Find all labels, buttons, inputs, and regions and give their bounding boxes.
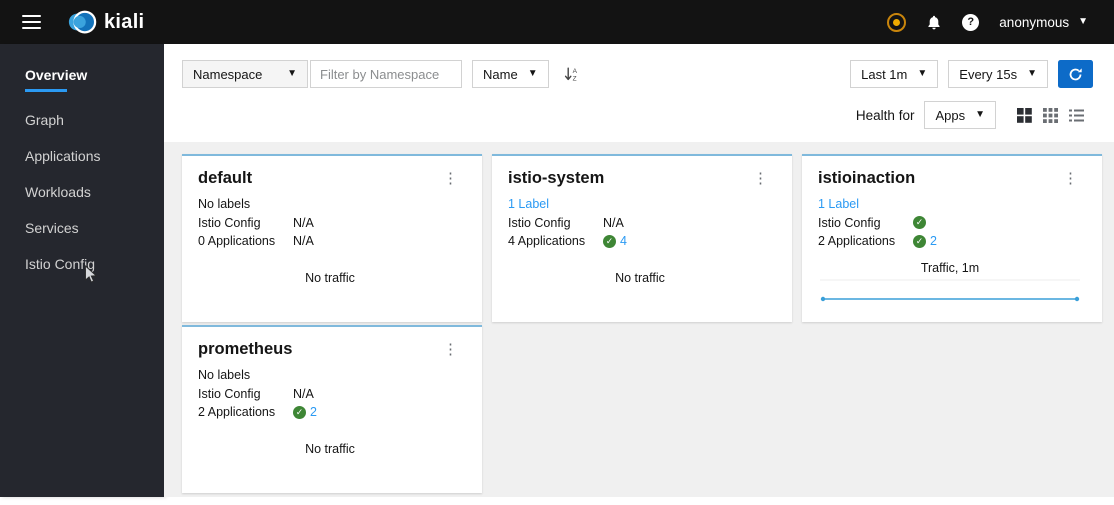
caret-down-icon: ▼ — [975, 109, 985, 120]
card-row-istio-config: Istio Config ✓ — [818, 216, 1082, 230]
grid-icon — [1043, 107, 1058, 123]
brand-name: kiali — [104, 10, 145, 33]
user-menu-label: anonymous — [999, 14, 1070, 30]
sidebar-item-workloads[interactable]: Workloads — [0, 174, 164, 210]
kebab-menu-icon[interactable]: ⋮ — [1059, 169, 1082, 188]
sidebar-item-services[interactable]: Services — [0, 210, 164, 246]
healthy-check-icon: ✓ — [913, 234, 926, 248]
card-title: istioinaction — [818, 169, 916, 187]
health-status[interactable]: ✓ 4 — [603, 234, 627, 248]
kiali-logo-icon — [68, 10, 97, 34]
namespace-cards-grid: default ⋮ No labels Istio Config N/A 0 A… — [164, 142, 1114, 493]
caret-down-icon: ▼ — [1027, 68, 1037, 79]
caret-down-icon: ▼ — [287, 68, 297, 79]
card-row-istio-config: Istio Config N/A — [198, 215, 314, 230]
istio-status-icon[interactable] — [887, 12, 907, 32]
no-traffic-text: No traffic — [305, 271, 355, 285]
card-row-applications: 0 Applications N/A — [198, 234, 314, 248]
card-row-istio-config: Istio Config N/A — [508, 215, 624, 230]
card-title: prometheus — [198, 340, 293, 358]
list-icon — [1069, 109, 1084, 121]
traffic-sparkline — [820, 279, 1080, 302]
chevron-down-icon: ▼ — [1078, 16, 1088, 27]
health-type-select[interactable]: Apps ▼ — [924, 101, 996, 129]
health-status[interactable]: ✓ — [913, 216, 926, 229]
hamburger-icon — [22, 14, 41, 18]
card-labels-link[interactable]: 1 Label — [818, 197, 1082, 211]
user-menu[interactable]: anonymous ▼ — [999, 15, 1088, 30]
namespace-card-prometheus: prometheus ⋮ No labels Istio Config N/A … — [182, 325, 482, 493]
sidebar-item-applications[interactable]: Applications — [0, 138, 164, 174]
sidebar-item-overview[interactable]: Overview — [0, 57, 164, 102]
namespace-filter-input[interactable] — [310, 60, 462, 88]
kebab-menu-icon[interactable]: ⋮ — [439, 169, 462, 188]
view-compact-button[interactable] — [1016, 107, 1033, 124]
card-title: istio-system — [508, 169, 605, 187]
sidebar: Overview Graph Applications Workloads Se… — [0, 44, 164, 497]
active-underline — [25, 89, 67, 92]
card-labels-link[interactable]: 1 Label — [508, 197, 772, 211]
duration-select[interactable]: Last 1m ▼ — [850, 60, 939, 88]
sidebar-item-istio-config[interactable]: Istio Config — [0, 246, 164, 282]
svg-text:Z: Z — [572, 76, 576, 82]
refresh-interval-select[interactable]: Every 15s ▼ — [948, 60, 1048, 88]
card-title: default — [198, 169, 253, 187]
card-labels: No labels — [198, 368, 251, 382]
sort-alpha-icon: A Z — [564, 67, 577, 82]
kebab-menu-icon[interactable]: ⋮ — [749, 169, 772, 188]
help-icon[interactable]: ? — [962, 13, 980, 31]
healthy-check-icon: ✓ — [913, 216, 926, 229]
card-row-applications: 2 Applications ✓ 2 — [818, 234, 937, 248]
caret-down-icon: ▼ — [917, 68, 928, 79]
health-for-label: Health for — [855, 107, 915, 123]
view-list-button[interactable] — [1068, 108, 1085, 123]
card-row-applications: 4 Applications ✓ 4 — [508, 234, 627, 248]
traffic-chart-title: Traffic, 1m — [920, 261, 980, 275]
main-content: Namespace ▼ Name ▼ A Z Last 1m ▼ — [164, 44, 1114, 497]
refresh-button[interactable] — [1058, 60, 1093, 88]
notifications-bell-icon[interactable] — [926, 14, 942, 31]
sort-by-select[interactable]: Name ▼ — [472, 60, 549, 88]
svg-text:A: A — [572, 68, 577, 75]
no-traffic-text: No traffic — [305, 442, 355, 456]
sidebar-item-graph[interactable]: Graph — [0, 102, 164, 138]
compact-grid-icon — [1017, 107, 1032, 123]
caret-down-icon: ▼ — [527, 68, 538, 79]
namespace-card-default: default ⋮ No labels Istio Config N/A 0 A… — [182, 154, 482, 322]
brand: kiali — [67, 7, 144, 37]
healthy-check-icon: ✓ — [603, 234, 616, 248]
health-status[interactable]: ✓ 2 — [913, 234, 937, 248]
health-status[interactable]: ✓ 2 — [293, 405, 317, 419]
no-traffic-text: No traffic — [615, 271, 665, 285]
masthead: kiali ? anonymous ▼ — [0, 0, 1114, 44]
card-labels: No labels — [198, 197, 251, 211]
card-row-applications: 2 Applications ✓ 2 — [198, 405, 317, 419]
sync-refresh-icon — [1069, 67, 1082, 80]
sort-direction-button[interactable]: A Z — [562, 64, 582, 84]
healthy-check-icon: ✓ — [293, 405, 306, 419]
menu-toggle-button[interactable] — [20, 11, 43, 34]
kebab-menu-icon[interactable]: ⋮ — [439, 340, 462, 359]
namespace-card-istio-system: istio-system ⋮ 1 Label Istio Config N/A … — [492, 154, 792, 322]
card-row-istio-config: Istio Config N/A — [198, 386, 314, 401]
filter-type-select[interactable]: Namespace ▼ — [182, 60, 308, 88]
namespace-card-istioinaction: istioinaction ⋮ 1 Label Istio Config ✓ 2… — [802, 154, 1102, 322]
view-expand-button[interactable] — [1042, 107, 1059, 124]
overview-toolbar: Namespace ▼ Name ▼ A Z Last 1m ▼ — [164, 44, 1114, 142]
